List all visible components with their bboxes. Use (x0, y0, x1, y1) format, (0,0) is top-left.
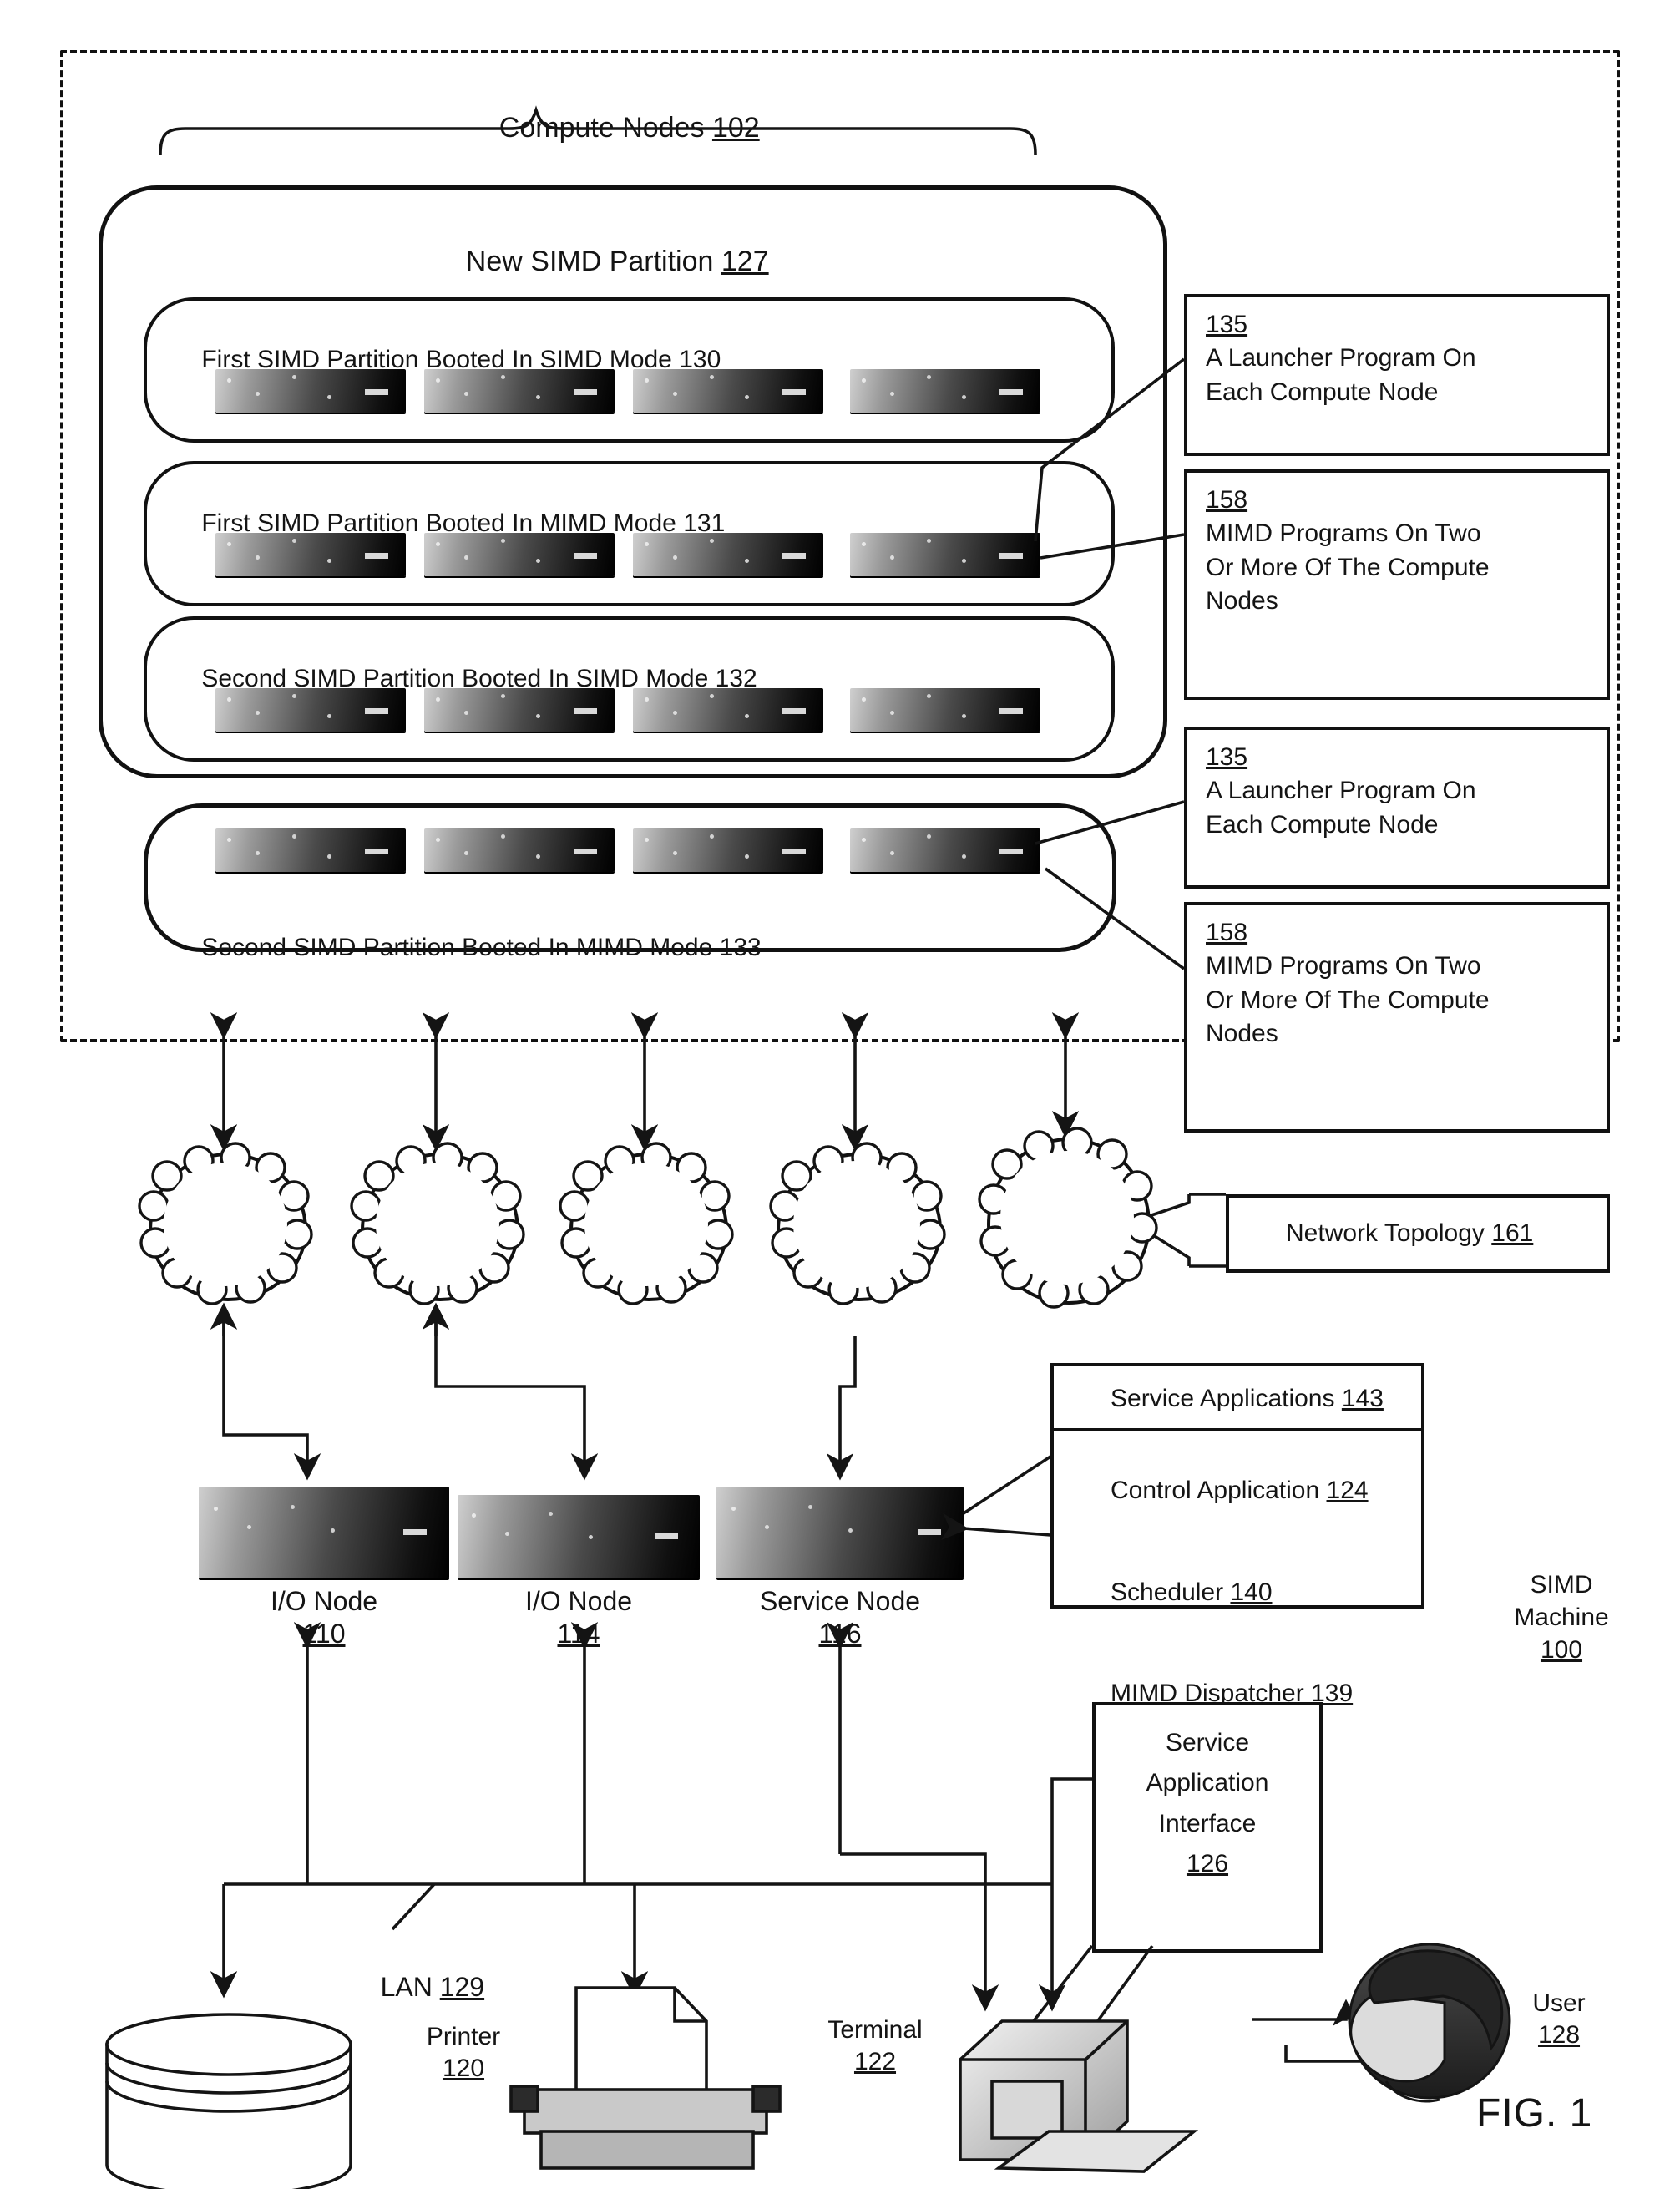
service-node-control-app-leader (940, 1455, 1051, 1541)
service-applications-box: Service Applications 143 (1050, 1363, 1424, 1435)
compute-node-icon (633, 688, 823, 732)
io-node-110-icon (199, 1487, 449, 1578)
compute-node-icon (850, 688, 1040, 732)
lan-bus (210, 1622, 1052, 1999)
user-label: User 128 (1532, 1989, 1586, 2049)
io-node-114-label: I/O Node 114 (524, 1586, 633, 1649)
terminal-icon (959, 2019, 1199, 2173)
ethernet-to-io110 (222, 1308, 321, 1481)
compute-node-icon (424, 369, 615, 413)
sai-leader (1025, 1944, 1154, 2040)
compute-node-icon (424, 828, 615, 872)
compute-node-icon (633, 369, 823, 413)
network-topology-box: Network Topology 161 (1226, 1194, 1610, 1273)
compute-node-icon (215, 688, 406, 732)
user-icon (1348, 1943, 1511, 2103)
terminal-label: Terminal 122 (827, 2016, 923, 2075)
network-cloud-barrier: Barrier 109 (569, 1153, 728, 1301)
compute-node-icon (850, 533, 1040, 576)
network-topology-leader (1143, 1193, 1226, 1268)
io-node-110-label: I/O Node 110 (270, 1586, 378, 1649)
callout-135-upper: 135 A Launcher Program On Each Compute N… (1184, 294, 1610, 456)
figure-caption: FIG. 1 (1476, 2091, 1593, 2136)
compute-node-icon (633, 828, 823, 872)
compute-node-icon (850, 828, 1040, 872)
network-cloud-collective: Collective 106 (777, 1153, 942, 1301)
simd-machine-label: SIMD Machine 100 (1514, 1571, 1609, 1664)
callout-158-upper: 158 MIMD Programs On Two Or More Of The … (1184, 469, 1610, 700)
compute-node-icon (424, 533, 615, 576)
bus-arrows (210, 1012, 1080, 1152)
compute-node-icon (424, 688, 615, 732)
control-application-box: Control Application 124 Scheduler 140 MI… (1050, 1428, 1424, 1707)
printer-icon (509, 1986, 782, 2170)
callout-135-lower: 135 A Launcher Program On Each Compute N… (1184, 727, 1610, 889)
jtag-to-io114 (434, 1308, 599, 1481)
service-application-interface-box: Service Application Interface 126 (1092, 1702, 1323, 1953)
compute-node-icon (215, 828, 406, 872)
service-node-116-icon (716, 1487, 964, 1578)
compute-node-icon (215, 369, 406, 413)
network-cloud-ethernet: Ethernet 174 (149, 1153, 307, 1301)
terminal-user-arrows (1252, 1989, 1420, 2075)
to-service-node-116 (826, 1336, 857, 1481)
callout-158-lower: 158 MIMD Programs On Two Or More Of The … (1184, 902, 1610, 1133)
data-storage-label: Data Storage 118 (155, 2046, 304, 2105)
compute-node-icon (215, 533, 406, 576)
network-cloud-jtag: JTAG 104 (361, 1153, 519, 1301)
io-node-114-icon (458, 1495, 700, 1578)
network-cloud-point-to-point: Point To Point 108 (987, 1138, 1151, 1305)
compute-node-icon (633, 533, 823, 576)
partition-133-title: Second SIMD Partition Booted In MIMD Mod… (201, 934, 762, 962)
compute-nodes-title: Compute Nodes 102 (498, 111, 760, 144)
service-node-to-terminal (840, 1777, 1092, 2012)
compute-node-icon (850, 369, 1040, 413)
printer-label: Printer 120 (426, 2023, 501, 2082)
service-node-116-label: Service Node 116 (759, 1586, 921, 1649)
